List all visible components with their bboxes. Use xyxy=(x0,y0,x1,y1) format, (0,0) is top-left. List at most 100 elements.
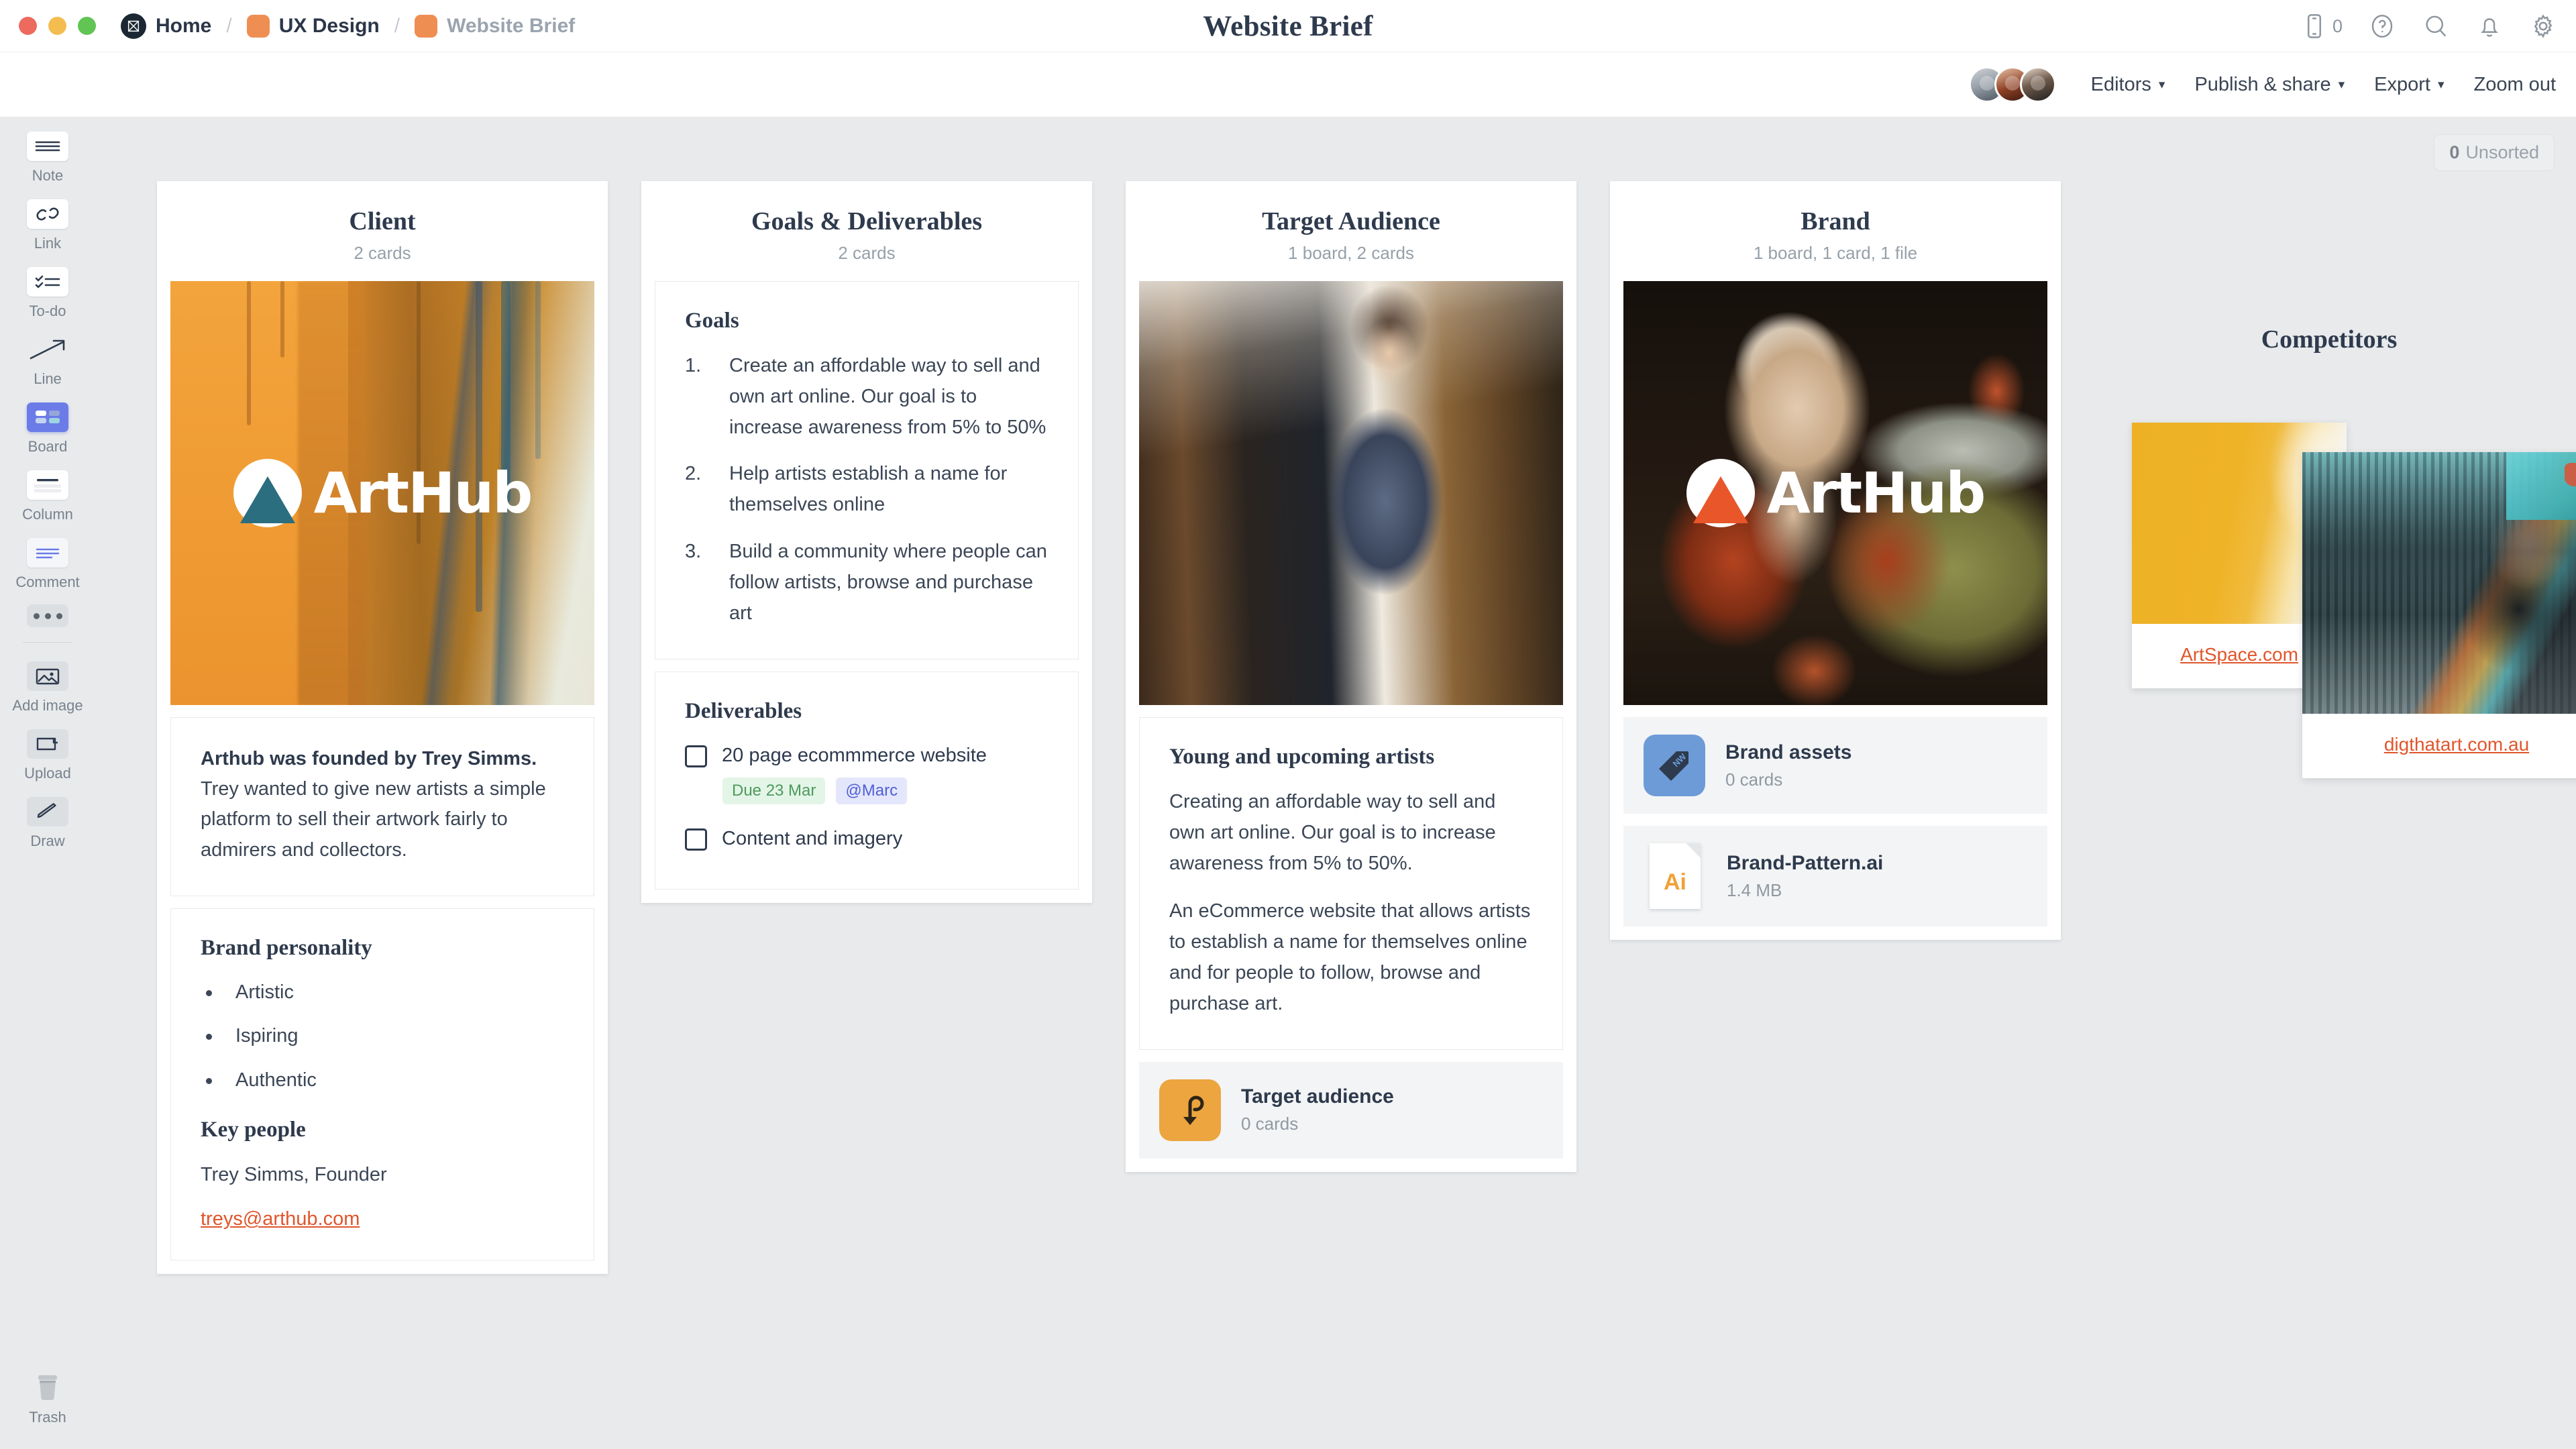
sidebar-tool-note[interactable]: Note xyxy=(7,131,88,184)
client-intro-card[interactable]: Arthub was founded by Trey Simms. Trey w… xyxy=(170,717,594,896)
export-label: Export xyxy=(2374,73,2430,95)
column-title: Target Audience xyxy=(1262,207,1440,235)
breadcrumb-separator: / xyxy=(226,14,232,37)
zoom-out-label: Zoom out xyxy=(2473,73,2557,95)
line-icon xyxy=(27,335,68,364)
column-brand[interactable]: Brand 1 board, 1 card, 1 file ArtHub NW … xyxy=(1610,181,2061,940)
maximize-window-button[interactable] xyxy=(78,17,96,35)
young-artists-heading: Young and upcoming artists xyxy=(1169,745,1435,769)
competitor-caption: digthatart.com.au xyxy=(2302,714,2576,778)
sidebar-tool-comment[interactable]: Comment xyxy=(7,538,88,591)
close-window-button[interactable] xyxy=(19,17,37,35)
arthub-mark-icon xyxy=(1686,459,1755,527)
publish-share-menu-button[interactable]: Publish & share ▾ xyxy=(2194,74,2345,96)
file-extension-label: Ai xyxy=(1664,869,1686,895)
column-title: Brand xyxy=(1801,207,1870,235)
link-icon xyxy=(27,199,68,229)
breadcrumb-label-home: Home xyxy=(156,14,212,37)
todo-icon xyxy=(27,267,68,297)
sub-toolbar-actions: Editors ▾ Publish & share ▾ Export ▾ Zoo… xyxy=(1968,52,2557,117)
export-menu-button[interactable]: Export ▾ xyxy=(2374,74,2444,96)
unsorted-count: 0 xyxy=(2449,142,2460,162)
mention-badge[interactable]: @Marc xyxy=(836,777,908,804)
target-audience-hero-image[interactable] xyxy=(1139,281,1563,705)
checkbox[interactable] xyxy=(685,745,707,767)
column-body: Goals Create an affordable way to sell a… xyxy=(641,281,1092,903)
brand-personality-list: Artistic Ispiring Authentic xyxy=(201,978,564,1095)
editor-avatars[interactable] xyxy=(1968,66,2056,103)
competitor-card-digthatart[interactable]: digthatart.com.au xyxy=(2302,452,2576,778)
sidebar-tool-line[interactable]: Line xyxy=(7,335,88,388)
deliverables-heading: Deliverables xyxy=(685,698,802,723)
column-title: Goals & Deliverables xyxy=(751,207,983,235)
column-icon xyxy=(27,470,68,500)
sidebar-more-options-button[interactable] xyxy=(27,604,68,627)
goals-heading: Goals xyxy=(685,309,739,333)
due-date-badge[interactable]: Due 23 Mar xyxy=(722,777,826,804)
board-row-target-audience[interactable]: Target audience 0 cards xyxy=(1139,1061,1563,1159)
search-icon[interactable] xyxy=(2422,12,2450,40)
checkbox[interactable] xyxy=(685,828,707,851)
help-circle-icon[interactable] xyxy=(2368,12,2396,40)
artist-studio-photo xyxy=(1139,281,1563,705)
todo-item[interactable]: 20 page ecommmerce website xyxy=(685,741,1049,769)
target-audience-icon xyxy=(1159,1079,1221,1141)
todo-label: 20 page ecommmerce website xyxy=(722,744,987,766)
file-row-title: Brand-Pattern.ai xyxy=(1727,851,1884,874)
column-client[interactable]: Client 2 cards ArtHub Arthub was founded… xyxy=(157,181,608,1275)
competitor-link[interactable]: ArtSpace.com xyxy=(2180,644,2298,665)
illustrator-file-icon: Ai xyxy=(1650,843,1701,909)
sidebar-tool-todo[interactable]: To-do xyxy=(7,267,88,320)
brand-hero-image[interactable]: ArtHub xyxy=(1623,281,2047,705)
sidebar-tool-draw[interactable]: Draw xyxy=(7,797,88,850)
zoom-out-button[interactable]: Zoom out xyxy=(2474,74,2557,96)
chevron-down-icon: ▾ xyxy=(2437,77,2445,92)
sidebar-tool-label: Draw xyxy=(30,833,65,849)
image-icon xyxy=(27,661,68,691)
board-canvas[interactable]: 0 Unsorted Client 2 cards ArtHub Arthub … xyxy=(95,117,2576,1449)
sidebar-tool-label: Note xyxy=(32,167,64,184)
file-row-size: 1.4 MB xyxy=(1727,879,1782,900)
column-body: ArtHub NW Brand assets 0 cards Ai Brand-… xyxy=(1610,281,2061,940)
board-row-title: Target audience xyxy=(1241,1085,1394,1108)
sidebar-tool-trash[interactable]: Trash xyxy=(0,1373,95,1426)
goals-card[interactable]: Goals Create an affordable way to sell a… xyxy=(655,281,1079,659)
young-artists-card[interactable]: Young and upcoming artists Creating an a… xyxy=(1139,717,1563,1050)
unsorted-label: Unsorted xyxy=(2465,142,2539,162)
todo-item[interactable]: Content and imagery xyxy=(685,824,1049,853)
breadcrumb-item-home[interactable]: Home xyxy=(121,13,211,39)
sidebar-tool-label: Board xyxy=(28,438,68,455)
sidebar-tool-upload[interactable]: Upload xyxy=(7,729,88,782)
competitor-link[interactable]: digthatart.com.au xyxy=(2384,734,2529,755)
left-toolbar: Note Link To-do Line Board Column Commen… xyxy=(0,117,95,1449)
column-subtitle: 1 board, 2 cards xyxy=(1288,243,1414,263)
sidebar-tool-column[interactable]: Column xyxy=(7,470,88,523)
bell-icon[interactable] xyxy=(2475,12,2504,40)
client-hero-image[interactable]: ArtHub xyxy=(170,281,594,705)
publish-share-label: Publish & share xyxy=(2194,73,2331,95)
column-subtitle: 2 cards xyxy=(838,243,896,263)
breadcrumb-item-website-brief[interactable]: Website Brief xyxy=(415,14,575,38)
board-row-text: Target audience 0 cards xyxy=(1241,1085,1394,1134)
mobile-devices-button[interactable]: 0 xyxy=(2300,12,2343,40)
deliverables-card[interactable]: Deliverables 20 page ecommmerce website … xyxy=(655,671,1079,890)
sidebar-tool-link[interactable]: Link xyxy=(7,199,88,252)
column-subtitle: 1 board, 1 card, 1 file xyxy=(1753,243,1918,263)
brand-personality-card[interactable]: Brand personality Artistic Ispiring Auth… xyxy=(170,908,594,1261)
column-target-audience[interactable]: Target Audience 1 board, 2 cards Young a… xyxy=(1126,181,1576,1172)
file-row-brand-pattern[interactable]: Ai Brand-Pattern.ai 1.4 MB xyxy=(1623,826,2047,926)
breadcrumb-item-ux-design[interactable]: UX Design xyxy=(246,14,380,38)
board-row-brand-assets[interactable]: NW Brand assets 0 cards xyxy=(1623,717,2047,814)
unsorted-badge[interactable]: 0 Unsorted xyxy=(2434,134,2555,171)
page-title: Website Brief xyxy=(1203,10,1373,42)
column-goals-deliverables[interactable]: Goals & Deliverables 2 cards Goals Creat… xyxy=(641,181,1092,903)
board-row-text: Brand assets 0 cards xyxy=(1725,741,1851,790)
minimize-window-button[interactable] xyxy=(48,17,66,35)
editors-menu-button[interactable]: Editors ▾ xyxy=(2091,74,2165,96)
gear-icon[interactable] xyxy=(2529,12,2557,40)
avatar xyxy=(2019,66,2056,103)
sidebar-tool-board[interactable]: Board xyxy=(7,402,88,455)
key-person: Trey Simms, Founder xyxy=(201,1164,387,1186)
email-link[interactable]: treys@arthub.com xyxy=(201,1208,360,1230)
sidebar-tool-add-image[interactable]: Add image xyxy=(7,661,88,714)
